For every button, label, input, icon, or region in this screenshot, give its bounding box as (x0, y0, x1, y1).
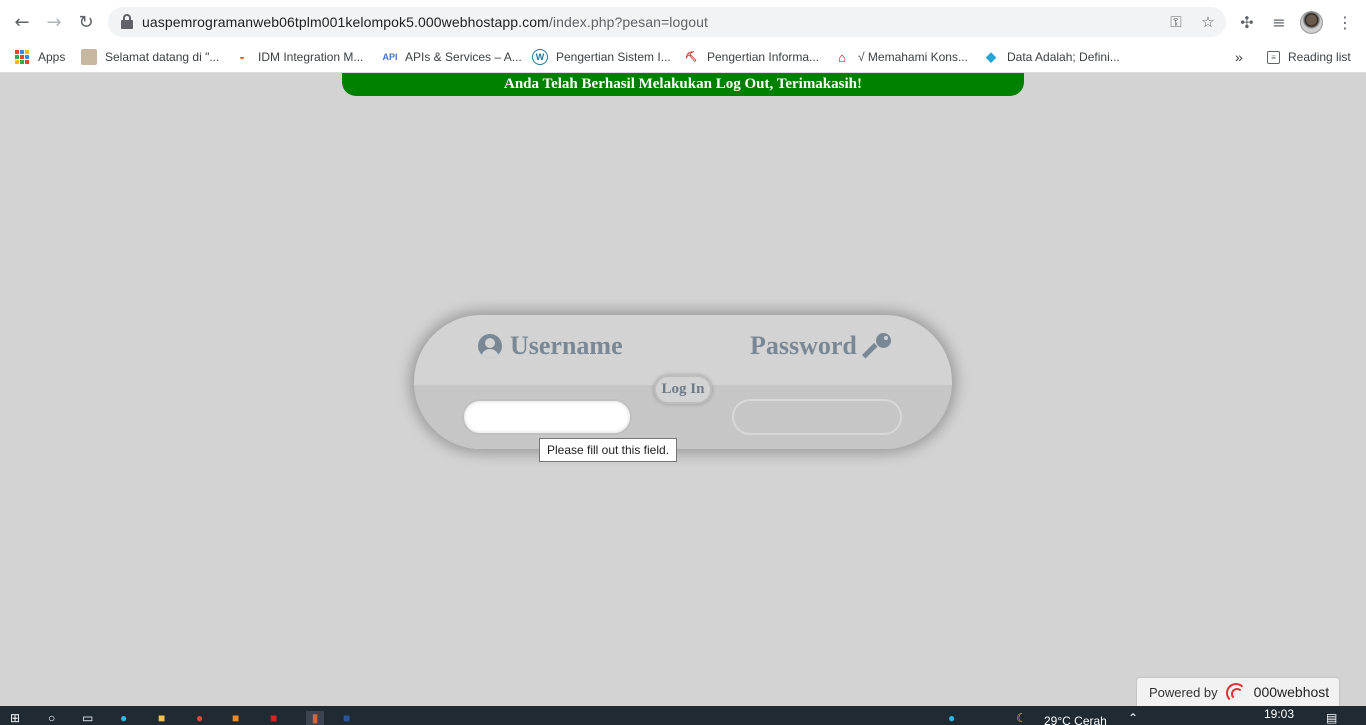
bookmark-selamat-datang[interactable]: Selamat datang di "... (81, 47, 219, 67)
password-label: Password (750, 331, 891, 361)
back-icon[interactable]: ← (10, 10, 34, 34)
house-favicon: ⌂ (838, 49, 846, 65)
bookmarks-bar: Apps Selamat datang di "... ◒ IDM Integr… (0, 44, 1366, 73)
star-bookmark-icon[interactable]: ☆ (1198, 12, 1218, 32)
bookmark-label: IDM Integration M... (258, 50, 364, 64)
menu-kebab-icon[interactable]: ⋮ (1334, 11, 1356, 33)
bookmark-label: Data Adalah; Defini... (1007, 50, 1120, 64)
password-input[interactable] (732, 399, 902, 435)
weather-moon-icon[interactable]: ☾ (1016, 711, 1027, 725)
username-label: Username (478, 331, 623, 361)
reload-icon[interactable]: ↻ (74, 10, 98, 34)
bookmarks-overflow-button[interactable]: » (1235, 47, 1243, 67)
person-favicon (81, 49, 97, 65)
help-icon[interactable]: ● (948, 711, 955, 725)
windows-taskbar: ⊞ ○ ▭ ● ■ ● ■ ■ ▮ ■ ● ☾ 29°C Cerah ⌃ 19:… (0, 706, 1366, 725)
username-input[interactable] (462, 399, 632, 435)
profile-avatar[interactable] (1300, 11, 1323, 34)
acrobat-icon[interactable]: ■ (270, 711, 277, 725)
forward-icon[interactable]: → (42, 10, 66, 34)
powered-by-badge[interactable]: Powered by 000webhost (1137, 678, 1339, 706)
reading-list-icon: ≡ (1267, 50, 1280, 64)
bookmark-label: Apps (38, 50, 66, 64)
url-text[interactable]: uaspemrogramanweb06tplm001kelompok5.000w… (142, 14, 708, 30)
word-icon[interactable]: ■ (343, 711, 350, 725)
xampp-icon[interactable]: ▮ (306, 711, 324, 725)
gem-favicon: ◆ (986, 49, 996, 64)
bookmark-data-adalah[interactable]: ◆ Data Adalah; Defini... (983, 47, 1120, 67)
bookmark-apps[interactable]: Apps (14, 47, 65, 67)
bookmark-apis[interactable]: API APIs & Services – A... (381, 47, 522, 67)
login-button[interactable]: Log In (654, 375, 712, 404)
bookmark-label: Pengertian Informa... (707, 50, 820, 64)
weather-text[interactable]: 29°C Cerah (1044, 714, 1107, 725)
apps-grid-icon (14, 49, 30, 65)
bookmark-pengertian-sistem[interactable]: W Pengertian Sistem I... (532, 47, 671, 67)
password-label-text: Password (750, 331, 857, 360)
chrome-icon[interactable]: ● (196, 711, 203, 725)
reading-list-label: Reading list (1288, 50, 1351, 64)
notification-icon[interactable]: ▤ (1326, 711, 1337, 725)
logout-success-banner: Anda Telah Berhasil Melakukan Log Out, T… (342, 73, 1024, 96)
windows-start-icon[interactable]: ⊞ (10, 711, 20, 725)
tray-chevron-icon[interactable]: ⌃ (1128, 711, 1138, 725)
webhost-logo-icon (1225, 683, 1248, 703)
tool-favicon: ⛏ (684, 51, 698, 63)
bookmark-label: √ Memahami Kons... (858, 50, 968, 64)
validation-tooltip: Please fill out this field. (539, 438, 677, 462)
key-password-icon[interactable]: ⚿ (1166, 12, 1186, 32)
idm-favicon: ◒ (238, 51, 246, 63)
lock-icon[interactable] (120, 14, 134, 30)
media-queue-icon[interactable]: ≡ (1268, 11, 1290, 33)
bookmark-memahami[interactable]: ⌂ √ Memahami Kons... (834, 47, 968, 67)
bookmark-idm[interactable]: ◒ IDM Integration M... (234, 47, 363, 67)
username-label-text: Username (510, 331, 623, 360)
file-explorer-icon[interactable]: ■ (158, 711, 165, 725)
bookmark-label: Selamat datang di "... (105, 50, 220, 64)
bookmark-label: APIs & Services – A... (405, 50, 522, 64)
browser-toolbar: ← → ↻ uaspemrogramanweb06tplm001kelompok… (0, 0, 1366, 44)
reading-list-button[interactable]: ≡ Reading list (1267, 47, 1351, 67)
wordpress-favicon: W (532, 49, 548, 65)
user-circle-icon (478, 334, 502, 358)
login-form: Username Password Log In (414, 315, 952, 449)
task-view-icon[interactable]: ▭ (82, 711, 93, 725)
webhost-brand: 000webhost (1253, 684, 1330, 700)
key-icon (861, 333, 891, 359)
edge-icon[interactable]: ● (120, 711, 127, 725)
api-favicon: API (382, 52, 398, 62)
sublime-text-icon[interactable]: ■ (232, 711, 239, 725)
powered-by-label: Powered by (1149, 684, 1218, 700)
clock-time[interactable]: 19:03 (1264, 707, 1294, 721)
extensions-puzzle-icon[interactable]: ✣ (1236, 11, 1258, 33)
address-bar[interactable]: uaspemrogramanweb06tplm001kelompok5.000w… (108, 7, 1226, 37)
search-icon[interactable]: ○ (48, 711, 55, 725)
bookmark-pengertian-informasi[interactable]: ⛏ Pengertian Informa... (683, 47, 819, 67)
bookmark-label: Pengertian Sistem I... (556, 50, 671, 64)
